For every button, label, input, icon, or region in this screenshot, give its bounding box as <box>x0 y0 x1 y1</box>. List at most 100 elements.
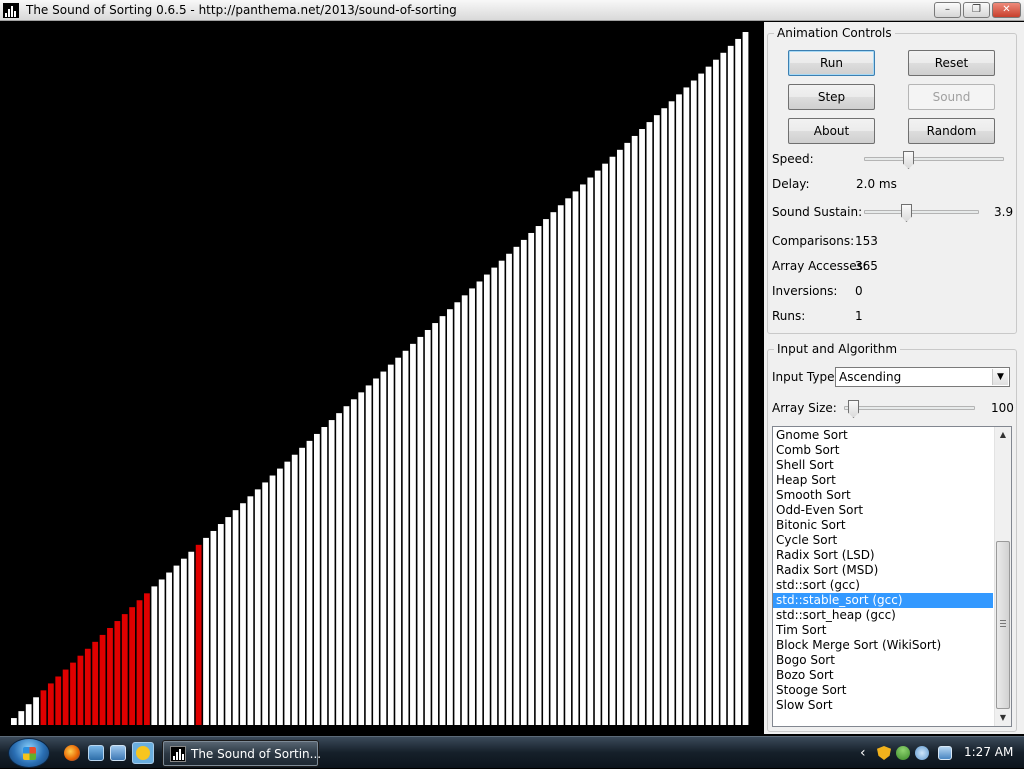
algorithm-item[interactable]: Smooth Sort <box>773 488 993 503</box>
algorithm-list-scrollbar[interactable]: ▲ ▼ <box>994 427 1011 726</box>
algorithm-item[interactable]: std::sort (gcc) <box>773 578 993 593</box>
algorithm-item[interactable]: Comb Sort <box>773 443 993 458</box>
messenger-tray-icon[interactable] <box>915 746 929 760</box>
scrollbar-thumb[interactable] <box>996 541 1010 709</box>
array-bar <box>99 634 106 725</box>
array-bar <box>720 52 727 726</box>
algorithm-list[interactable]: Gnome Sort Comb Sort Shell Sort Heap Sort Sm… <box>772 426 1012 727</box>
array-bar <box>461 295 468 725</box>
clock[interactable]: 1:27 AM <box>964 745 1013 759</box>
reset-button[interactable]: Reset <box>908 50 995 76</box>
algorithm-item[interactable]: Stooge Sort <box>773 683 993 698</box>
array-accesses-value: 365 <box>855 259 878 273</box>
algorithm-item[interactable]: Bogo Sort <box>773 653 993 668</box>
algorithm-item[interactable]: Tim Sort <box>773 623 993 638</box>
algorithm-item[interactable]: Block Merge Sort (WikiSort) <box>773 638 993 653</box>
sort-visualization <box>3 22 760 734</box>
step-button[interactable]: Step <box>788 84 875 110</box>
algorithm-item[interactable]: std::sort_heap (gcc) <box>773 608 993 623</box>
runs-value: 1 <box>855 309 863 323</box>
algorithm-item[interactable]: Cycle Sort <box>773 533 993 548</box>
maximize-button[interactable]: ❐ <box>963 2 990 18</box>
switch-windows-icon[interactable] <box>110 745 126 761</box>
array-bar <box>727 45 734 726</box>
random-button[interactable]: Random <box>908 118 995 144</box>
array-bar <box>432 323 439 725</box>
minimize-icon: – <box>945 4 950 15</box>
array-bar <box>742 32 749 725</box>
array-bar <box>483 274 490 725</box>
scroll-down-icon[interactable]: ▼ <box>995 710 1011 726</box>
array-bar <box>402 350 409 725</box>
array-bar <box>506 253 512 725</box>
array-bar <box>166 572 172 725</box>
array-bar <box>417 336 424 725</box>
array-bar <box>173 565 180 725</box>
taskbar-item-sound-of-sorting[interactable]: The Sound of Sortin... <box>162 740 322 767</box>
delay-value: 2.0 ms <box>856 177 897 191</box>
show-desktop-icon[interactable] <box>88 745 104 761</box>
array-bar <box>572 191 579 725</box>
array-bar <box>25 704 32 725</box>
array-bar <box>594 170 601 726</box>
comparisons-label: Comparisons: <box>772 234 855 248</box>
algorithm-item[interactable]: Shell Sort <box>773 458 993 473</box>
start-button[interactable] <box>8 738 50 768</box>
array-size-value: 100 <box>991 401 1014 415</box>
runs-label: Runs: <box>772 309 806 323</box>
algorithm-item[interactable]: Radix Sort (LSD) <box>773 548 993 563</box>
array-bar <box>661 108 668 726</box>
array-bar <box>180 558 187 725</box>
array-bar <box>639 129 645 725</box>
array-bar <box>299 447 305 725</box>
array-bar <box>350 399 357 725</box>
sound-button[interactable]: Sound <box>908 84 995 110</box>
run-button[interactable]: Run <box>788 50 875 76</box>
algorithm-item[interactable]: Bitonic Sort <box>773 518 993 533</box>
algorithm-item[interactable]: Odd-Even Sort <box>773 503 993 518</box>
about-button[interactable]: About <box>788 118 875 144</box>
close-button[interactable]: ✕ <box>992 2 1021 18</box>
network-icon[interactable] <box>938 746 952 760</box>
array-bar <box>705 66 712 725</box>
array-bar <box>144 593 150 725</box>
array-bar <box>469 288 475 725</box>
array-bar <box>188 551 195 725</box>
algorithm-item[interactable]: Bozo Sort <box>773 668 993 683</box>
array-size-label: Array Size: <box>772 401 837 415</box>
array-bar <box>210 530 217 725</box>
array-bar <box>498 260 505 725</box>
array-bar <box>631 135 638 725</box>
array-bar <box>336 413 342 725</box>
array-bar <box>491 267 498 725</box>
algorithm-item[interactable]: Heap Sort <box>773 473 993 488</box>
algorithm-item[interactable]: Gnome Sort <box>773 428 993 443</box>
algorithm-item[interactable]: Radix Sort (MSD) <box>773 563 993 578</box>
array-bar <box>136 600 143 725</box>
scroll-up-icon[interactable]: ▲ <box>995 427 1011 443</box>
algorithm-item[interactable]: std::stable_sort (gcc) <box>773 593 993 608</box>
algorithm-item[interactable]: Slow Sort <box>773 698 993 713</box>
array-bar <box>424 329 431 725</box>
show-hidden-icons-icon[interactable]: ‹ <box>860 745 866 761</box>
firefox-icon[interactable] <box>64 745 80 761</box>
array-bar <box>195 544 202 725</box>
input-type-select[interactable]: Ascending ▼ <box>835 367 1010 387</box>
security-shield-icon[interactable] <box>877 746 891 760</box>
chevron-down-icon[interactable]: ▼ <box>992 369 1008 385</box>
taskbar-item-label: The Sound of Sortin... <box>191 747 322 761</box>
array-bar <box>668 101 675 726</box>
array-bar <box>62 669 69 725</box>
array-bar <box>735 38 742 726</box>
input-type-label: Input Type: <box>772 370 839 384</box>
title-bar[interactable]: The Sound of Sorting 0.6.5 - http://pant… <box>0 0 1024 21</box>
array-bar <box>18 711 25 725</box>
users-icon[interactable] <box>896 746 910 760</box>
minimize-button[interactable]: – <box>934 2 961 18</box>
app-icon <box>170 746 186 762</box>
bars-canvas <box>11 32 749 726</box>
input-algorithm-title: Input and Algorithm <box>774 342 901 356</box>
array-bar <box>676 94 682 726</box>
array-bar <box>306 440 313 725</box>
messenger-icon[interactable] <box>132 742 154 764</box>
